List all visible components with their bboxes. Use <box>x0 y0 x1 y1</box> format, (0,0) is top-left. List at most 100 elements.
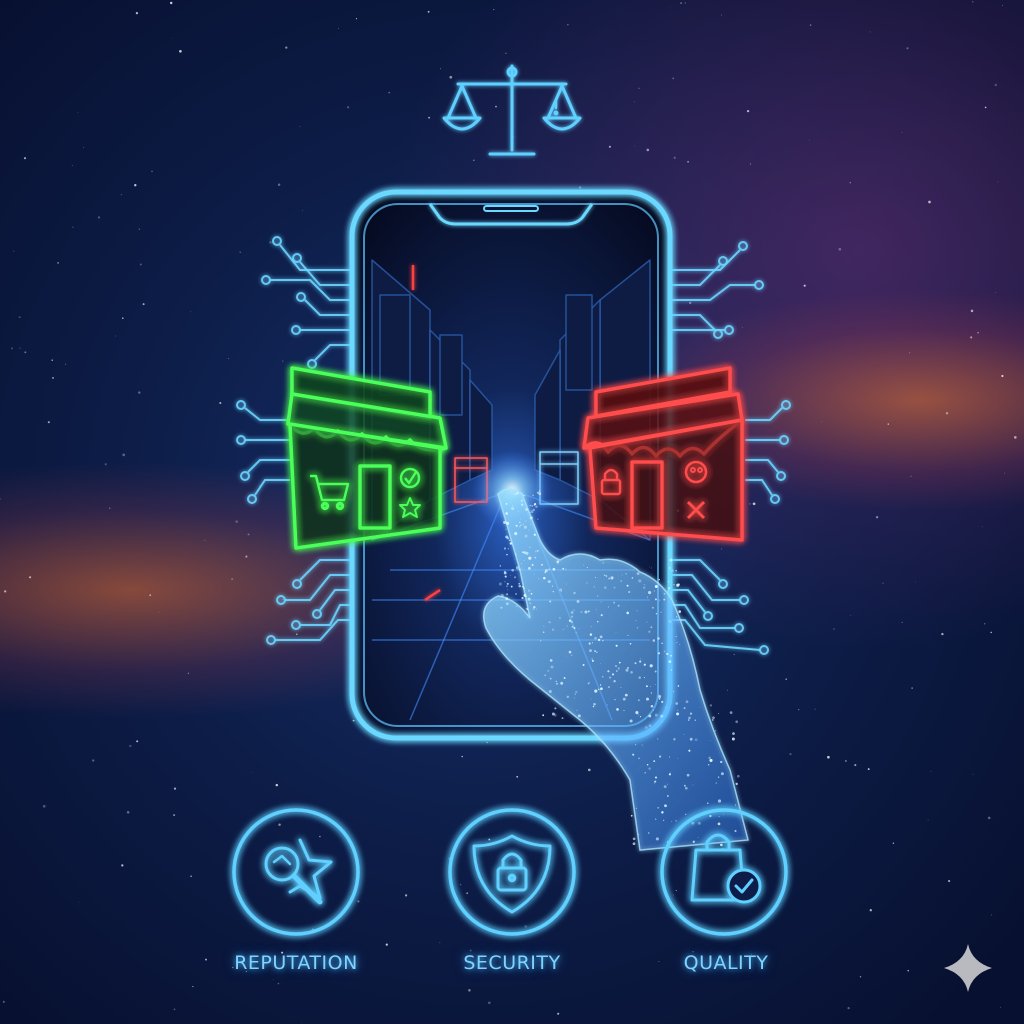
star <box>65 363 67 365</box>
star <box>190 875 192 878</box>
star <box>892 842 895 844</box>
hand-particle <box>551 585 554 587</box>
hand-particle <box>655 837 659 841</box>
star <box>468 989 471 992</box>
hand-particle <box>576 709 578 711</box>
hand-particle <box>634 662 637 665</box>
star <box>77 111 79 113</box>
hand-particle <box>603 574 606 577</box>
hand-particle <box>522 523 524 525</box>
hand-particle <box>657 806 660 809</box>
star <box>92 759 95 762</box>
star <box>821 421 823 423</box>
hand-particle <box>552 567 556 571</box>
star <box>882 582 884 584</box>
hand-particle <box>648 832 650 834</box>
hand-particle <box>592 642 593 644</box>
hand-particle <box>692 840 695 843</box>
star <box>847 1006 850 1010</box>
hand-particle <box>575 632 577 634</box>
star <box>51 359 53 361</box>
hand-particle <box>549 677 552 680</box>
hand-particle <box>578 628 580 629</box>
hand-particle <box>667 580 670 583</box>
star <box>472 159 475 162</box>
hand-particle <box>625 668 629 672</box>
quality-label: QUALITY <box>683 952 769 974</box>
hand-particle <box>500 606 503 609</box>
star <box>173 787 177 790</box>
hand-particle <box>676 616 678 618</box>
hand-particle <box>648 767 651 770</box>
hand-particle <box>533 504 535 506</box>
hand-particle <box>602 639 604 642</box>
star <box>428 116 431 119</box>
hand-particle <box>555 680 557 683</box>
hand-particle <box>600 614 603 617</box>
star <box>135 11 139 15</box>
star <box>915 581 916 583</box>
star <box>277 183 281 186</box>
hand-particle <box>573 609 575 611</box>
hand-particle <box>630 671 633 674</box>
hand-particle <box>631 577 634 579</box>
hand-particle <box>516 491 519 495</box>
hand-particle <box>639 715 642 718</box>
hand-particle <box>663 593 666 595</box>
star <box>347 106 350 109</box>
illustration <box>0 1 1017 1023</box>
hand-particle <box>539 639 542 642</box>
hand-particle <box>694 719 697 721</box>
hand-particle <box>548 568 551 571</box>
hand-particle <box>555 682 559 685</box>
hand-particle <box>708 756 711 760</box>
hand-particle <box>617 667 620 670</box>
star <box>302 210 304 211</box>
star <box>259 485 260 486</box>
hand-particle <box>523 587 525 590</box>
hand-particle <box>613 680 616 683</box>
star <box>13 250 15 252</box>
hand-particle <box>519 518 521 520</box>
hand-particle <box>649 664 653 668</box>
star <box>173 1008 176 1011</box>
star <box>138 228 141 230</box>
sparkle-watermark-icon <box>944 944 992 992</box>
hand-particle <box>673 583 675 586</box>
hand-particle <box>515 553 517 555</box>
hand-particle <box>620 580 623 582</box>
hand-particle <box>583 564 585 566</box>
hand-particle <box>548 690 552 693</box>
hand-particle <box>505 512 509 515</box>
star <box>907 969 909 972</box>
star <box>516 775 519 778</box>
star <box>285 46 288 49</box>
hand-particle <box>513 576 517 579</box>
star <box>588 768 591 772</box>
hand-particle <box>652 709 654 711</box>
star <box>909 352 911 354</box>
hand-particle <box>683 733 685 735</box>
star <box>122 453 126 457</box>
hand-particle <box>570 611 574 614</box>
star <box>1004 472 1006 474</box>
star <box>439 942 441 944</box>
star <box>984 106 987 109</box>
hand-particle <box>596 651 598 654</box>
star <box>269 241 272 244</box>
hand-particle <box>656 738 659 740</box>
hand-particle <box>597 638 601 642</box>
hand-particle <box>510 585 513 588</box>
star <box>158 612 160 614</box>
security-icon-circle <box>448 808 576 936</box>
hand-particle <box>627 667 629 669</box>
hand-particle <box>518 582 521 585</box>
hand-particle <box>505 503 508 505</box>
hand-particle <box>520 499 524 502</box>
hand-particle <box>712 719 714 721</box>
hand-particle <box>697 837 699 839</box>
star <box>239 251 241 253</box>
star <box>136 740 139 743</box>
hand-particle <box>524 534 528 538</box>
hand-particle <box>601 675 604 678</box>
